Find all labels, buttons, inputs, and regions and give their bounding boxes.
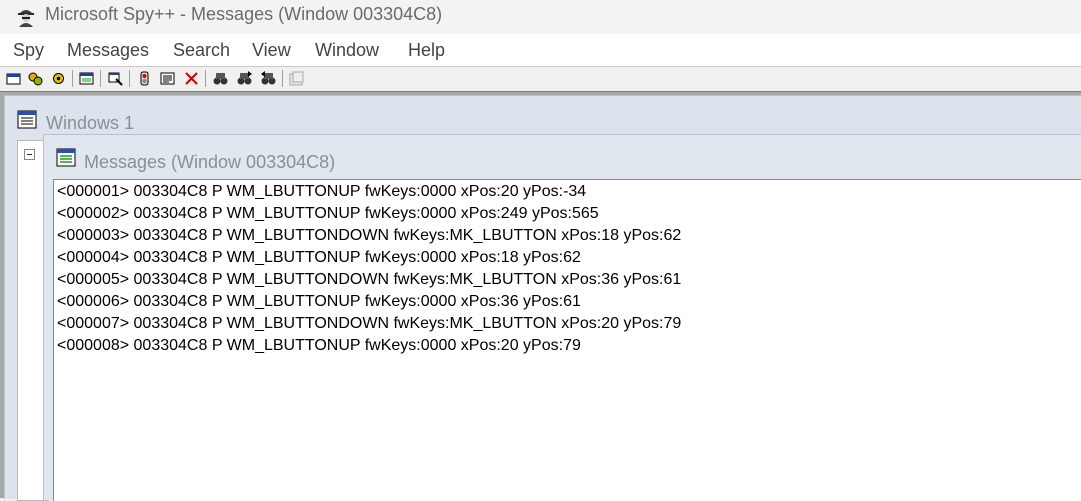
toolbar-separator xyxy=(72,70,73,87)
menu-view[interactable]: View xyxy=(252,40,291,61)
message-line[interactable]: <000007> 003304C8 P WM_LBUTTONDOWN fwKey… xyxy=(57,315,681,333)
find-previous-icon[interactable] xyxy=(260,70,277,87)
toolbar-separator xyxy=(129,70,130,87)
windows-pane-title: Windows 1 xyxy=(46,113,135,133)
toolbar-separator xyxy=(205,70,206,87)
window-title: Microsoft Spy++ - Messages (Window 00330… xyxy=(45,4,443,24)
messages-log-icon xyxy=(54,147,78,169)
message-line[interactable]: <000005> 003304C8 P WM_LBUTTONDOWN fwKey… xyxy=(57,271,681,289)
menu-window[interactable]: Window xyxy=(315,40,379,61)
menu-search[interactable]: Search xyxy=(173,40,230,61)
spy-app-icon xyxy=(16,5,36,27)
clear-log-icon[interactable] xyxy=(159,70,176,87)
find-next-icon[interactable] xyxy=(236,70,253,87)
toolbar-separator xyxy=(282,70,283,87)
message-options-icon[interactable] xyxy=(107,70,124,87)
windows-child-window[interactable]: Windows 1 Messages (Window 003304C8) <00… xyxy=(4,95,1081,501)
properties-icon[interactable] xyxy=(288,70,305,87)
processes-icon[interactable] xyxy=(27,70,44,87)
toolbar-separator xyxy=(100,70,101,87)
messages-child-window[interactable]: Messages (Window 003304C8) <000001> 0033… xyxy=(43,134,1081,501)
menu-help[interactable]: Help xyxy=(408,40,445,61)
title-bar: Microsoft Spy++ - Messages (Window 00330… xyxy=(0,0,1081,34)
find-window-icon[interactable] xyxy=(212,70,229,87)
message-line[interactable]: <000006> 003304C8 P WM_LBUTTONUP fwKeys:… xyxy=(57,293,581,311)
windows-icon[interactable] xyxy=(5,70,22,87)
log-messages-icon[interactable] xyxy=(78,70,95,87)
start-stop-logging-icon[interactable] xyxy=(136,70,153,87)
mdi-client-area: Windows 1 Messages (Window 003304C8) <00… xyxy=(0,91,1081,501)
message-line[interactable]: <000004> 003304C8 P WM_LBUTTONUP fwKeys:… xyxy=(57,249,581,267)
toolbar xyxy=(0,66,1081,91)
messages-pane-title: Messages (Window 003304C8) xyxy=(84,152,336,172)
threads-icon[interactable] xyxy=(50,70,67,87)
menu-bar: Spy Messages Search View Window Help xyxy=(0,34,1081,66)
menu-messages[interactable]: Messages xyxy=(67,40,149,61)
tree-collapse-icon[interactable] xyxy=(24,149,35,160)
menu-spy[interactable]: Spy xyxy=(13,40,44,61)
message-log-list[interactable]: <000001> 003304C8 P WM_LBUTTONUP fwKeys:… xyxy=(53,179,1081,501)
message-line[interactable]: <000002> 003304C8 P WM_LBUTTONUP fwKeys:… xyxy=(57,205,599,223)
message-line[interactable]: <000001> 003304C8 P WM_LBUTTONUP fwKeys:… xyxy=(57,183,586,201)
message-line[interactable]: <000003> 003304C8 P WM_LBUTTONDOWN fwKey… xyxy=(57,227,681,245)
message-line[interactable]: <000008> 003304C8 P WM_LBUTTONUP fwKeys:… xyxy=(57,337,581,355)
windows-tree-icon xyxy=(15,109,39,131)
delete-icon[interactable] xyxy=(183,70,200,87)
